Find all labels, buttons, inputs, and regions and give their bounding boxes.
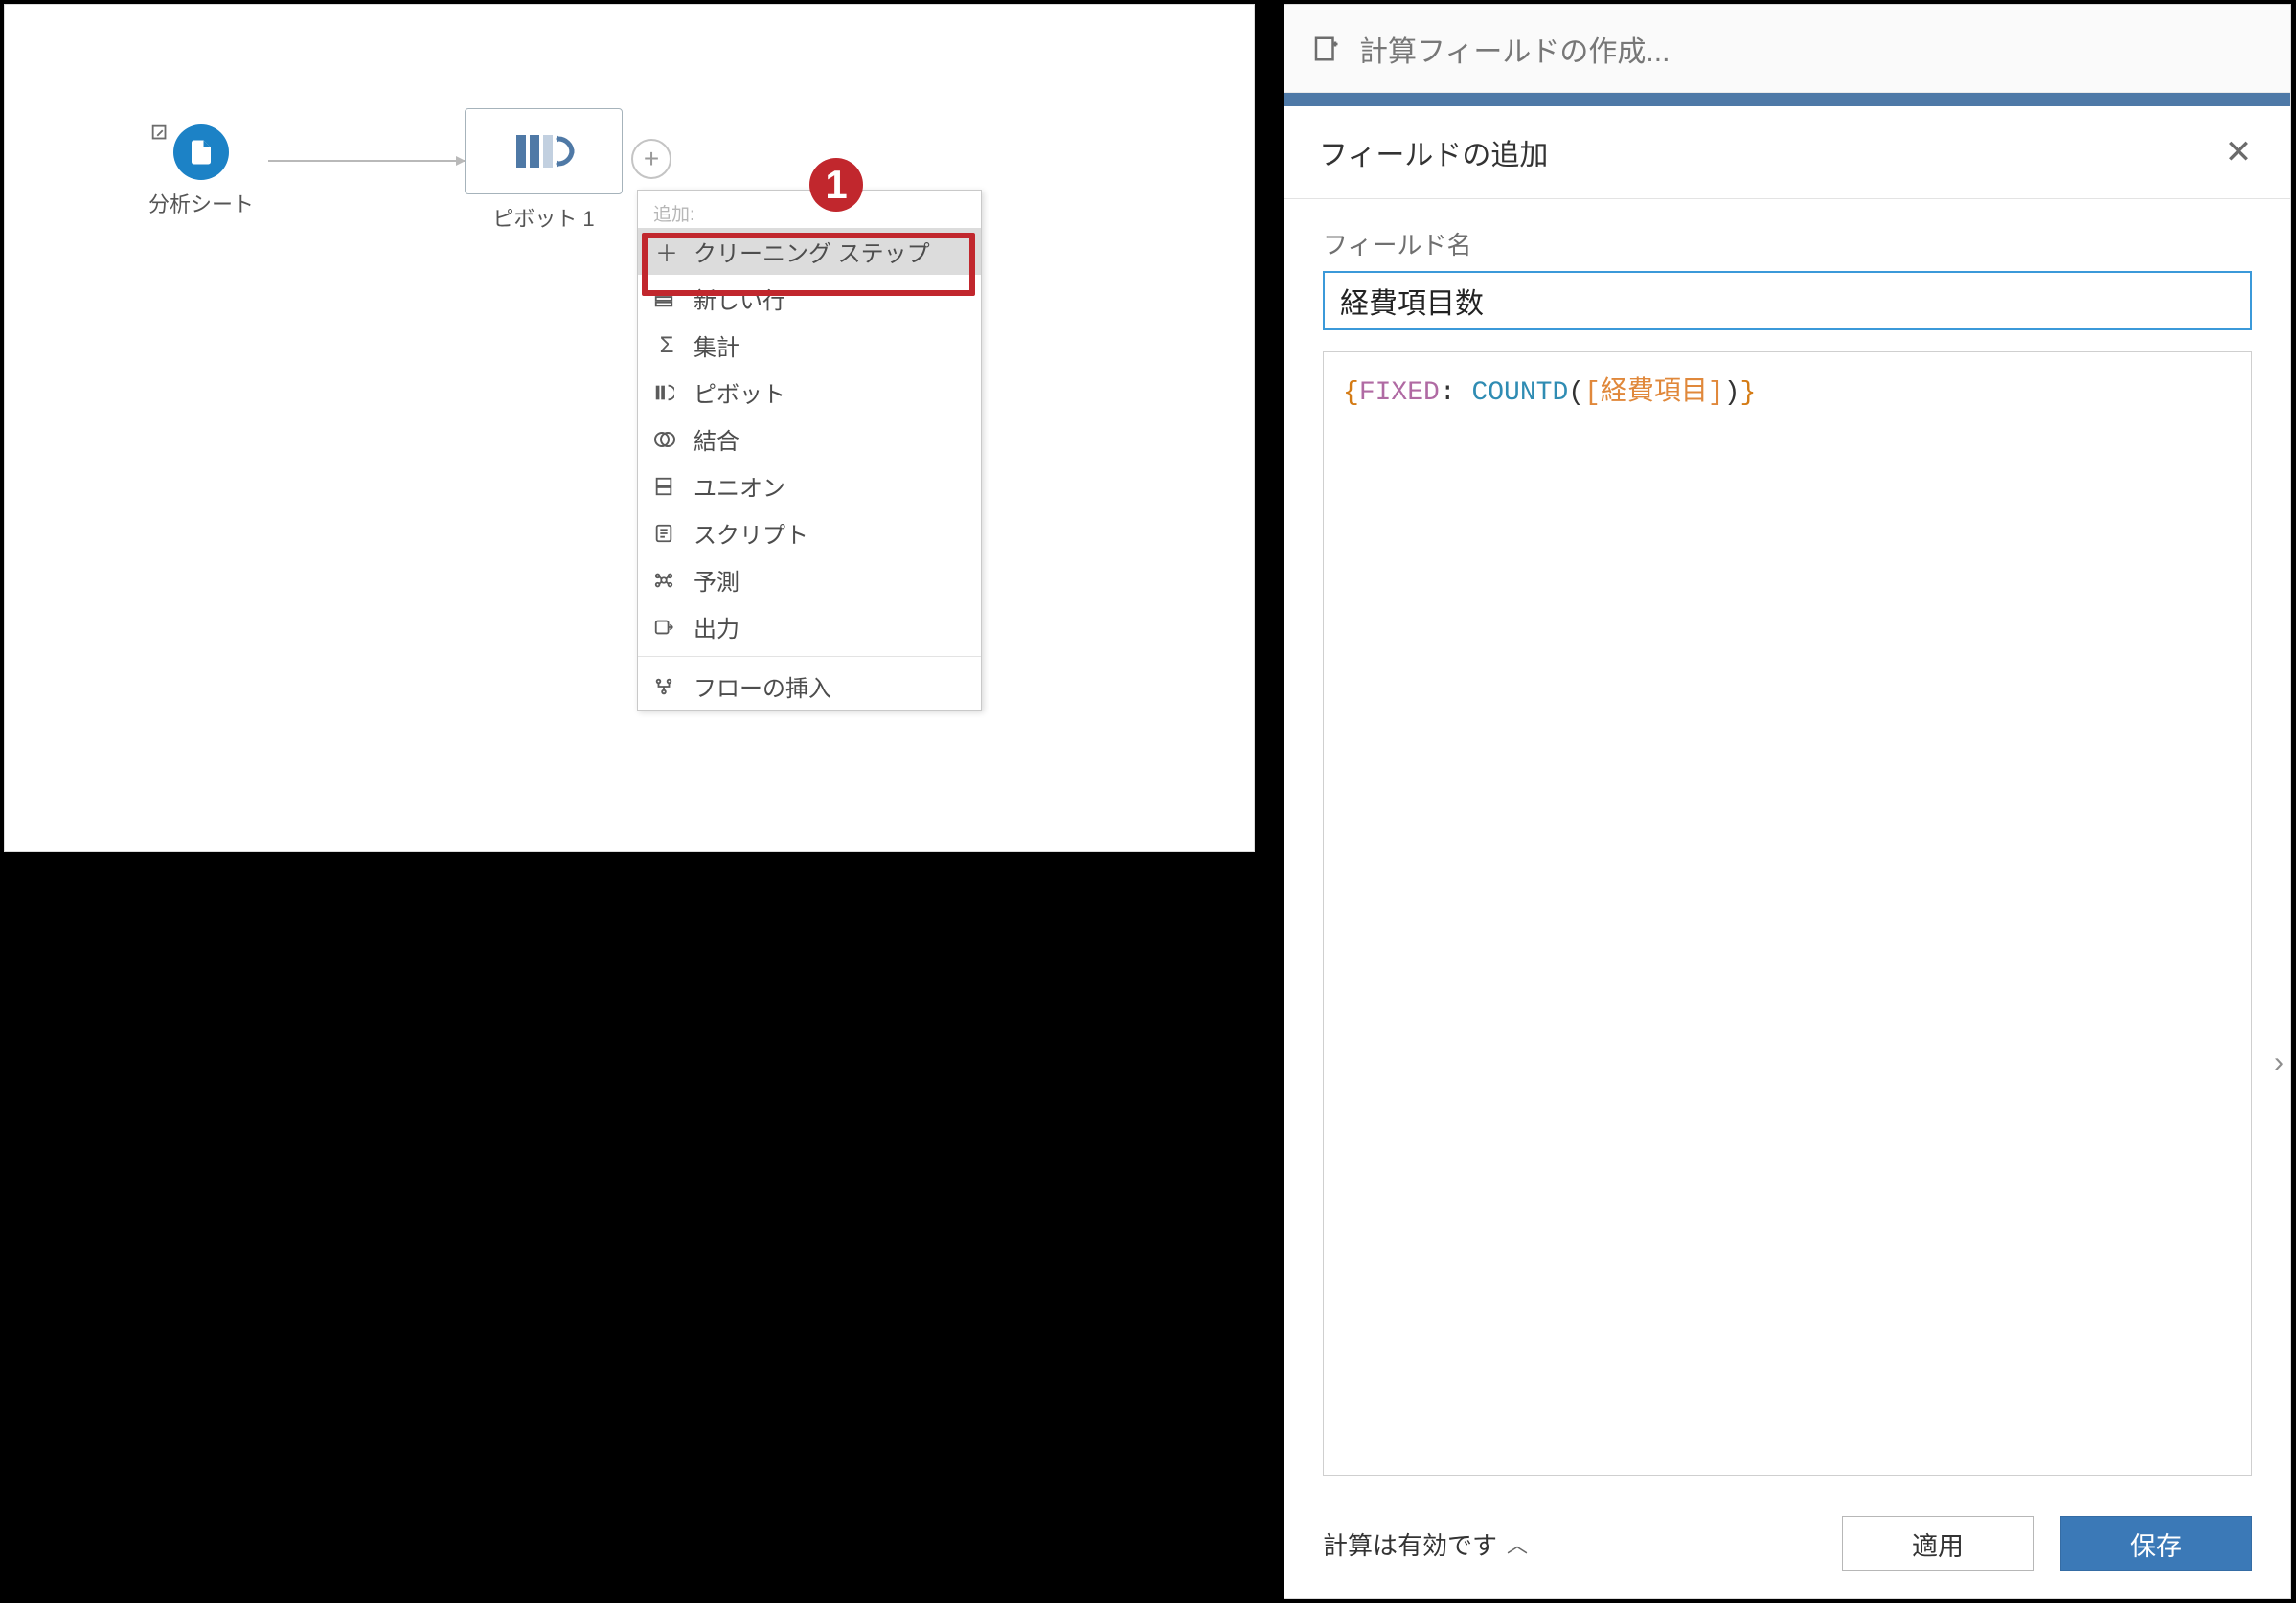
apply-button[interactable]: 適用 [1842,1516,2034,1571]
field-name-label: フィールド名 [1323,226,2252,261]
menu-item-output[interactable]: 出力 [638,603,981,650]
status-label: 計算は有効です [1323,1526,1497,1562]
script-icon [653,523,680,544]
new-calc-icon [1311,34,1340,63]
plus-icon: ＋ [653,235,680,268]
formula-token: ( [1568,378,1584,408]
referenced-icon [149,123,170,144]
menu-item-label: 出力 [693,610,739,643]
pivot-icon [653,382,680,403]
calc-status[interactable]: 計算は有効です ︿ [1323,1526,1815,1562]
expand-reference-button[interactable]: › [2263,1042,2294,1084]
flow-canvas[interactable]: 分析シート ピボット 1 + 1 [5,5,1254,851]
menu-header: 追加: [638,194,981,228]
formula-token: : [1440,378,1472,408]
formula-token: FIXED [1359,378,1440,408]
panel-header-title: フィールドの追加 [1319,131,1548,173]
menu-item-label: ピボット [693,375,785,409]
save-button[interactable]: 保存 [2060,1516,2252,1571]
field-name-input[interactable] [1323,271,2252,330]
flow-connector [268,160,465,162]
predict-icon [653,570,680,591]
menu-item-script[interactable]: スクリプト [638,509,981,556]
panel-header: フィールドの追加 ✕ [1284,106,2290,199]
menu-separator [638,656,981,657]
panel-titlebar: 計算フィールドの作成... [1284,5,2290,93]
flow-canvas-panel: 分析シート ピボット 1 + 1 [4,4,1255,852]
callout-badge-1: 1 [809,158,863,212]
flow-node-label: 分析シート [148,188,254,218]
add-step-menu: 追加: ＋ クリーニング ステップ 新しい行 Σ 集計 ピボット [637,190,982,711]
menu-item-label: スクリプト [693,516,808,550]
close-icon: ✕ [2225,133,2253,171]
chevron-right-icon: › [2274,1047,2284,1079]
flow-node-label: ピボット 1 [465,202,623,233]
formula-token: { [1343,378,1359,408]
panel-body: フィールド名 {FIXED: COUNTD([経費項目])} › [1284,199,2290,1495]
chevron-up-icon: ︿ [1507,1528,1528,1559]
union-icon [653,476,680,497]
add-step-button[interactable]: + [631,139,671,179]
menu-item-label: 予測 [693,563,739,597]
menu-item-pivot[interactable]: ピボット [638,369,981,416]
datasource-icon [173,124,229,180]
menu-item-insert-flow[interactable]: フローの挿入 [638,663,981,710]
menu-item-aggregate[interactable]: Σ 集計 [638,322,981,369]
join-icon [653,429,680,450]
menu-item-label: クリーニング ステップ [693,235,930,268]
formula-token: [経費項目] [1584,378,1724,408]
menu-item-label: 集計 [693,328,739,362]
close-button[interactable]: ✕ [2221,135,2256,169]
menu-item-join[interactable]: 結合 [638,416,981,463]
accent-bar [1284,93,2290,106]
menu-item-label: ユニオン [693,469,785,503]
flow-node-pivot[interactable]: ピボット 1 [465,108,623,233]
menu-item-label: フローの挿入 [693,669,831,703]
pivot-icon [511,127,578,175]
panel-footer: 計算は有効です ︿ 適用 保存 [1284,1495,2290,1598]
menu-item-label: 結合 [693,422,739,456]
formula-token: ) [1724,378,1740,408]
output-icon [653,617,680,638]
sigma-icon: Σ [653,332,680,359]
menu-item-clean-step[interactable]: ＋ クリーニング ステップ [638,228,981,275]
menu-item-predict[interactable]: 予測 [638,556,981,603]
formula-token: } [1740,378,1757,408]
panel-title: 計算フィールドの作成... [1359,28,1670,70]
rows-icon [653,288,680,309]
formula-token: COUNTD [1471,378,1568,408]
flow-insert-icon [653,676,680,697]
menu-item-union[interactable]: ユニオン [638,463,981,509]
calc-field-panel: 計算フィールドの作成... フィールドの追加 ✕ フィールド名 {FIXED: … [1284,4,2291,1599]
formula-editor[interactable]: {FIXED: COUNTD([経費項目])} [1323,351,2252,1476]
menu-item-label: 新しい行 [693,282,785,315]
menu-item-new-rows[interactable]: 新しい行 [638,275,981,322]
flow-node-analysis-sheet[interactable]: 分析シート [148,124,254,218]
